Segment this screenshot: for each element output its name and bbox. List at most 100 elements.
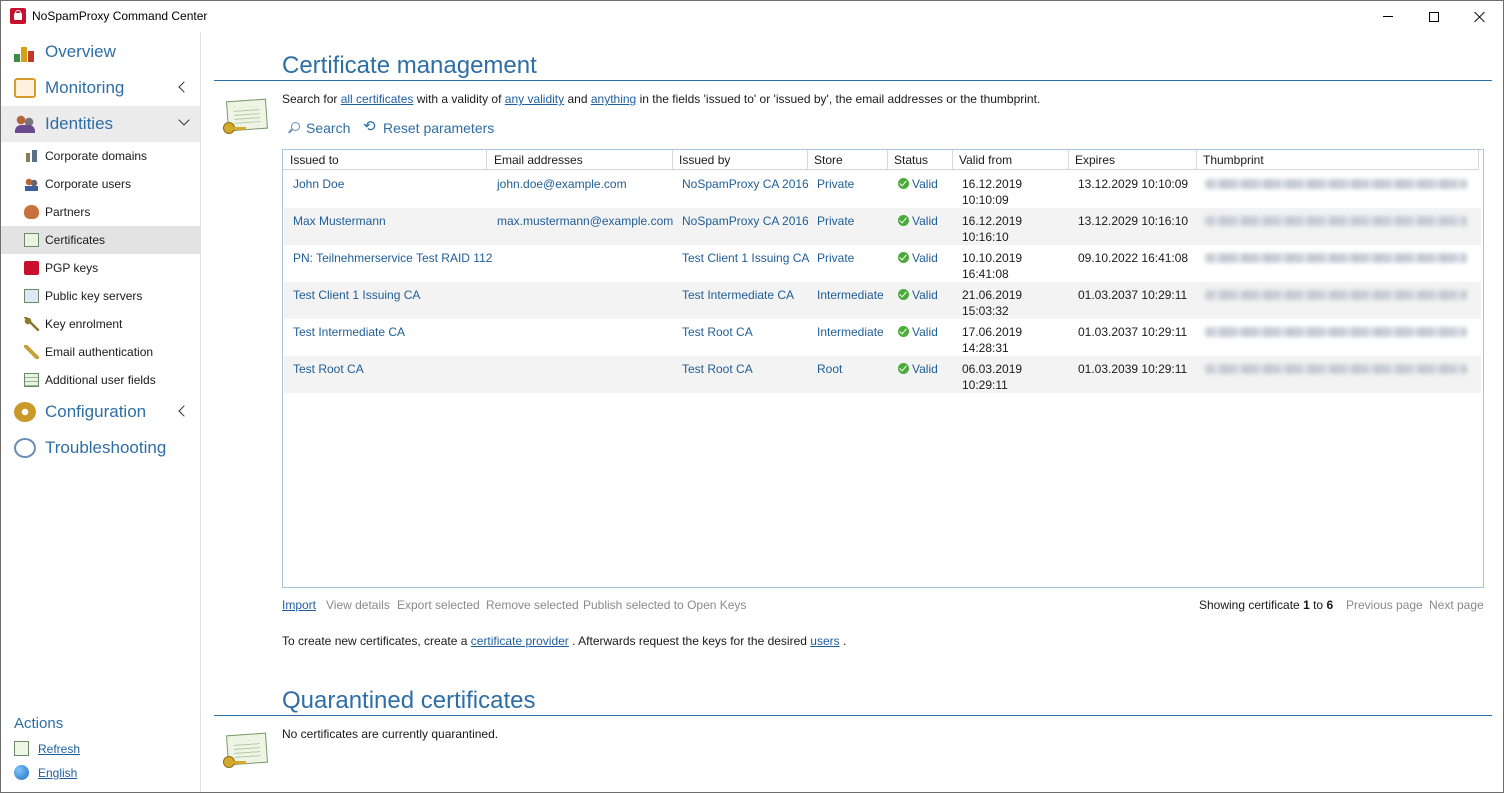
- cell-issued-by: Test Root CA: [682, 362, 753, 376]
- cell-issued-to: Test Root CA: [293, 362, 364, 376]
- col-status[interactable]: Status: [888, 150, 953, 170]
- view-details-button[interactable]: View details: [326, 598, 390, 612]
- nav-certificates[interactable]: Certificates: [1, 226, 200, 254]
- nav-public-key-servers-label: Public key servers: [45, 289, 143, 303]
- publish-open-keys-button[interactable]: Publish selected to Open Keys: [583, 598, 746, 612]
- cell-expires: 01.03.2037 10:29:11: [1078, 288, 1188, 302]
- table-row[interactable]: Max Mustermann max.mustermann@example.com…: [284, 208, 1481, 245]
- search-button[interactable]: Search: [306, 120, 350, 136]
- nav-identities[interactable]: Identities: [1, 106, 200, 142]
- table-row[interactable]: John Doe john.doe@example.com NoSpamProxy …: [284, 171, 1481, 208]
- handshake-icon: [24, 205, 39, 219]
- table-row[interactable]: Test Client 1 Issuing CA Test Intermediat…: [284, 282, 1481, 319]
- import-link[interactable]: Import: [282, 598, 316, 612]
- sidebar: Overview Monitoring Identities Corporate…: [1, 32, 201, 792]
- col-thumbprint[interactable]: Thumbprint: [1197, 150, 1479, 170]
- info-text-suffix: .: [839, 634, 847, 648]
- cell-status: Valid: [898, 213, 938, 229]
- cell-thumbprint-blurred: [1205, 179, 1467, 189]
- chevron-left-icon[interactable]: [178, 81, 190, 93]
- table-row[interactable]: Test Intermediate CA Test Root CA Intermed…: [284, 319, 1481, 356]
- language-link[interactable]: English: [38, 766, 77, 780]
- cell-email: max.mustermann@example.com: [497, 214, 674, 228]
- quarantine-message: No certificates are currently quarantine…: [282, 727, 499, 741]
- refresh-link[interactable]: Refresh: [38, 742, 80, 756]
- cell-status: Valid: [898, 324, 938, 340]
- actions-title: Actions: [14, 715, 64, 732]
- monitor-icon: [14, 78, 36, 98]
- cell-valid-from: 10.10.2019 16:41:08: [962, 250, 1022, 282]
- previous-page-button[interactable]: Previous page: [1346, 598, 1423, 612]
- quarantine-title: Quarantined certificates: [282, 687, 536, 714]
- minimize-button[interactable]: [1365, 1, 1411, 32]
- next-page-button[interactable]: Next page: [1429, 598, 1484, 612]
- cell-issued-to: Test Client 1 Issuing CA: [293, 288, 421, 302]
- paging-prefix: Showing certificate: [1199, 598, 1304, 612]
- table-row[interactable]: Test Root CA Test Root CA Root Valid 06.03.2…: [284, 356, 1481, 393]
- col-issued-by[interactable]: Issued by: [673, 150, 808, 170]
- certificate-provider-link[interactable]: certificate provider: [471, 634, 569, 648]
- nav-troubleshooting-label: Troubleshooting: [45, 438, 167, 457]
- cell-expires: 01.03.2039 10:29:11: [1078, 362, 1188, 376]
- nav-email-authentication[interactable]: Email authentication: [1, 338, 200, 366]
- domains-icon: [24, 149, 39, 163]
- nav-pgp-keys[interactable]: PGP keys: [1, 254, 200, 282]
- nav-certificates-label: Certificates: [45, 233, 106, 247]
- nav-partners[interactable]: Partners: [1, 198, 200, 226]
- cell-email: john.doe@example.com: [497, 177, 627, 191]
- nav-corporate-domains[interactable]: Corporate domains: [1, 142, 200, 170]
- search-text-mid1: with a validity of: [413, 92, 505, 106]
- nav-corporate-users[interactable]: Corporate users: [1, 170, 200, 198]
- filter-fields-link[interactable]: anything: [591, 92, 636, 106]
- page-title: Certificate management: [282, 52, 537, 79]
- nav-configuration[interactable]: Configuration: [1, 394, 200, 430]
- chevron-left-icon[interactable]: [178, 405, 190, 417]
- nav-monitoring[interactable]: Monitoring: [1, 70, 200, 106]
- chart-icon: [14, 42, 36, 62]
- cell-store: Private: [817, 177, 855, 191]
- cell-status-text: Valid: [912, 362, 938, 376]
- nav-overview[interactable]: Overview: [1, 34, 200, 70]
- quarantine-divider: [214, 715, 1492, 716]
- certificates-table[interactable]: Issued to Email addresses Issued by Stor…: [282, 149, 1484, 588]
- col-expires[interactable]: Expires: [1069, 150, 1197, 170]
- col-email-addresses[interactable]: Email addresses: [488, 150, 673, 170]
- cell-valid-from: 06.03.2019 10:29:11: [962, 361, 1022, 393]
- cell-issued-by: Test Root CA: [682, 325, 753, 339]
- nav-identities-label: Identities: [45, 114, 114, 133]
- col-store[interactable]: Store: [808, 150, 888, 170]
- cell-status-text: Valid: [912, 177, 938, 191]
- col-issued-to[interactable]: Issued to: [284, 150, 487, 170]
- remove-selected-button[interactable]: Remove selected: [486, 598, 579, 612]
- search-icon: [288, 122, 300, 134]
- users-link[interactable]: users: [810, 634, 839, 648]
- nav-overview-label: Overview: [45, 42, 116, 61]
- cell-issued-by: NoSpamProxy CA 2016: [682, 214, 809, 228]
- cell-status: Valid: [898, 361, 938, 377]
- search-text-suffix: in the fields 'issued to' or 'issued by'…: [636, 92, 1041, 106]
- chevron-down-icon[interactable]: [178, 114, 190, 126]
- filter-certificates-link[interactable]: all certificates: [341, 92, 414, 106]
- valid-check-icon: [898, 326, 909, 337]
- cell-valid-from: 17.06.2019 14:28:31: [962, 324, 1022, 356]
- nav-monitoring-label: Monitoring: [45, 78, 125, 97]
- nav-key-enrolment-label: Key enrolment: [45, 317, 123, 331]
- nav-public-key-servers[interactable]: Public key servers: [1, 282, 200, 310]
- close-button[interactable]: [1457, 1, 1503, 32]
- cell-status-text: Valid: [912, 288, 938, 302]
- nav-pgp-keys-label: PGP keys: [45, 261, 99, 275]
- reset-parameters-button[interactable]: Reset parameters: [383, 120, 494, 136]
- info-text-prefix: To create new certificates, create a: [282, 634, 471, 648]
- globe-icon: [14, 765, 29, 780]
- cell-valid-from-time: 15:03:32: [962, 304, 1009, 318]
- nav-additional-user-fields[interactable]: Additional user fields: [1, 366, 200, 394]
- nav-key-enrolment[interactable]: Key enrolment: [1, 310, 200, 338]
- col-valid-from[interactable]: Valid from: [953, 150, 1069, 170]
- maximize-button[interactable]: [1411, 1, 1457, 32]
- table-row[interactable]: PN: Teilnehmerservice Test RAID 112 Test …: [284, 245, 1481, 282]
- table-header: Issued to Email addresses Issued by Stor…: [283, 150, 1479, 170]
- export-selected-button[interactable]: Export selected: [397, 598, 480, 612]
- filter-validity-link[interactable]: any validity: [505, 92, 564, 106]
- user-fields-icon: [24, 373, 39, 387]
- nav-troubleshooting[interactable]: Troubleshooting: [1, 430, 200, 466]
